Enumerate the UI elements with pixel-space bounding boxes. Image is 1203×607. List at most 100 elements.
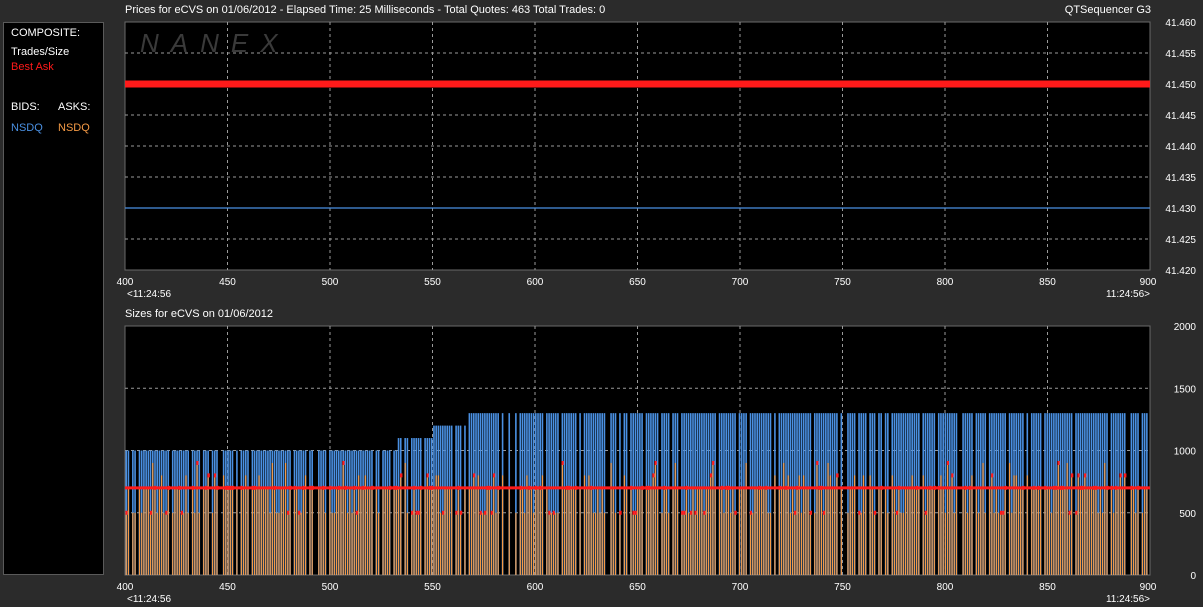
price-y-tick-label: 41.445 xyxy=(1165,111,1196,122)
ask-size-bar xyxy=(756,487,758,575)
ask-size-bar xyxy=(428,487,431,575)
ask-size-bar xyxy=(893,487,896,575)
ask-size-bar xyxy=(570,487,572,575)
ask-size-bar xyxy=(1013,475,1015,575)
best-ask-size-marker xyxy=(991,473,994,478)
ask-size-bar xyxy=(590,487,592,575)
ask-size-bar xyxy=(347,512,349,575)
ask-size-bar xyxy=(825,487,827,575)
best-ask-size-marker xyxy=(999,510,1003,515)
ask-size-bar xyxy=(902,512,904,575)
ask-size-bar xyxy=(683,512,685,575)
ask-size-bar xyxy=(792,487,794,575)
ask-size-bar xyxy=(1124,475,1126,575)
ask-size-bar xyxy=(1110,487,1113,575)
ask-size-bar xyxy=(847,512,849,575)
ask-size-bar xyxy=(1044,487,1046,575)
ask-size-bar xyxy=(435,475,437,575)
ask-size-bar xyxy=(406,512,408,575)
best-ask-size-marker xyxy=(1119,473,1122,478)
best-ask-size-marker xyxy=(683,510,686,515)
ask-size-bar xyxy=(205,487,207,575)
ask-size-bar xyxy=(749,512,752,575)
ask-size-bar xyxy=(1062,487,1064,575)
ask-size-bar xyxy=(816,462,818,575)
ask-size-bar xyxy=(451,487,453,575)
ask-size-bar xyxy=(1135,512,1137,575)
ask-size-bar xyxy=(550,512,552,575)
ask-size-bar xyxy=(699,487,701,575)
ask-size-bar xyxy=(271,462,273,575)
ask-size-bar xyxy=(508,487,510,575)
ask-size-bar xyxy=(417,512,420,575)
ask-size-bar xyxy=(763,487,765,575)
ask-size-bar xyxy=(1008,462,1011,575)
best-ask-size-marker xyxy=(809,510,813,515)
ask-size-bar xyxy=(495,512,497,575)
price-x-tick-label: 750 xyxy=(834,277,851,288)
ask-size-bar xyxy=(639,487,641,575)
ask-size-bar xyxy=(524,512,526,575)
ask-size-bar xyxy=(597,487,599,575)
ask-size-bar xyxy=(161,475,163,575)
ask-size-bar xyxy=(725,487,727,575)
ask-size-bar xyxy=(1004,487,1006,575)
ask-size-bar xyxy=(800,512,803,575)
size-y-tick-label: 0 xyxy=(1190,571,1196,582)
ask-size-bar xyxy=(371,487,373,575)
ask-size-bar xyxy=(741,487,743,575)
best-ask-size-marker xyxy=(149,510,153,515)
ask-size-bar xyxy=(1046,487,1048,575)
ask-size-bar xyxy=(599,512,601,575)
ask-size-bar xyxy=(154,487,156,575)
ask-size-bar xyxy=(229,487,231,575)
ask-size-bar xyxy=(415,512,417,575)
price-x-tick-label: 450 xyxy=(219,277,236,288)
ask-size-bar xyxy=(203,487,205,575)
ask-size-bar xyxy=(723,512,725,575)
ask-size-bar xyxy=(634,512,637,575)
size-x-tick-label: 900 xyxy=(1140,582,1157,593)
best-ask-size-marker xyxy=(858,510,861,515)
ask-size-bar xyxy=(588,475,590,575)
ask-size-bar xyxy=(389,487,391,575)
ask-size-bar xyxy=(823,512,825,575)
ask-size-bar xyxy=(501,475,504,575)
ask-size-bar xyxy=(420,487,422,575)
ask-size-bar xyxy=(969,487,971,575)
ask-size-bar xyxy=(896,512,898,575)
ask-size-bar xyxy=(663,487,665,575)
ask-size-bar xyxy=(904,487,907,575)
ask-size-bar xyxy=(424,487,426,575)
ask-size-bar xyxy=(794,512,796,575)
ask-size-bar xyxy=(575,487,577,575)
ask-size-bar xyxy=(807,487,809,575)
best-ask-size-marker xyxy=(459,510,463,515)
ask-size-bar xyxy=(196,462,198,575)
ask-size-bar xyxy=(455,512,457,575)
ask-size-bar xyxy=(798,475,800,575)
price-y-tick-label: 41.420 xyxy=(1165,266,1196,277)
nanex-watermark: NANEX xyxy=(140,28,290,58)
ask-size-bar xyxy=(172,512,174,575)
ask-size-bar xyxy=(165,512,167,575)
ask-size-bar xyxy=(1099,487,1101,575)
ask-size-bar xyxy=(180,512,183,575)
ask-size-bar xyxy=(738,487,741,575)
ask-size-bar xyxy=(147,487,149,575)
ask-size-bar xyxy=(1137,487,1139,575)
ask-size-bar xyxy=(482,512,484,575)
ask-size-bar xyxy=(138,487,141,575)
ask-size-bar xyxy=(880,487,882,575)
ask-size-bar xyxy=(541,475,544,575)
ask-size-bar xyxy=(714,487,716,575)
ask-size-bar xyxy=(865,487,867,575)
ask-size-bar xyxy=(411,512,413,575)
ask-size-bar xyxy=(362,487,364,575)
best-ask-size-marker xyxy=(196,460,199,465)
size-y-tick-label: 1500 xyxy=(1174,384,1197,395)
best-ask-size-marker xyxy=(836,473,839,478)
ask-size-bar xyxy=(878,487,880,575)
ask-size-bar xyxy=(282,487,285,575)
ask-size-bar xyxy=(849,487,851,575)
